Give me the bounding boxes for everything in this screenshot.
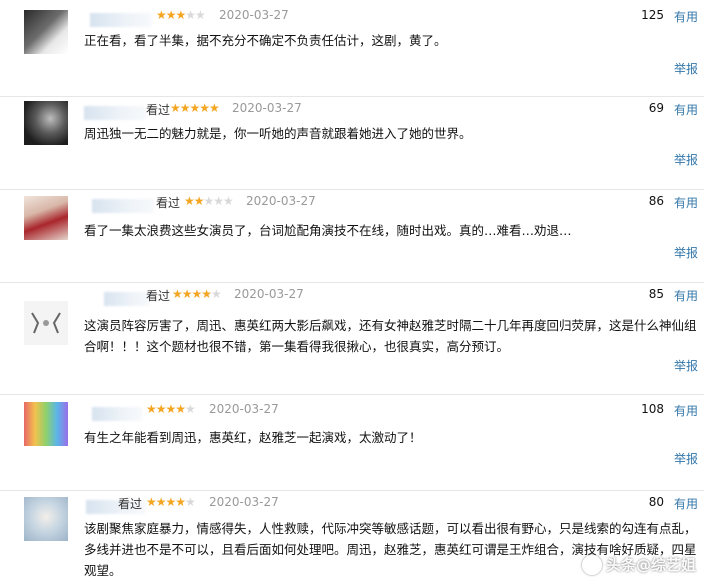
report-link[interactable]: 举报 (674, 357, 698, 374)
review-content: 这演员阵容厉害了，周迅、惠英红两大影后飙戏，还有女神赵雅芝时隔二十几年再度回归荧… (84, 318, 697, 354)
review-item: 看过 ★★★★★ 2020-03-27 85 有用 这演员阵容厉害了，周迅、惠英… (0, 283, 704, 395)
avatar[interactable] (24, 196, 68, 240)
username[interactable] (92, 407, 142, 421)
review-item: 看过 ★★★★★ 2020-03-27 69 有用 周迅独一无二的魅力就是，你一… (0, 97, 704, 190)
useful-button[interactable]: 有用 (674, 101, 698, 118)
review-item: 看过 ★★★★★ 2020-03-27 86 有用 看了一集太浪费这些女演员了，… (0, 190, 704, 283)
avatar[interactable] (24, 402, 68, 446)
review-content: 看了一集太浪费这些女演员了，台词尬配角演技不在线，随时出戏。真的…难看…劝退… (84, 223, 572, 238)
watch-status: 看过 (146, 103, 171, 117)
report-link[interactable]: 举报 (674, 60, 698, 77)
useful-count: 80 (648, 495, 664, 509)
report-link[interactable]: 举报 (674, 151, 698, 168)
watermark-logo-icon (581, 555, 602, 575)
rating-stars: ★★★★★ (184, 194, 234, 208)
watermark-text: 头条@综艺姐 (605, 555, 696, 574)
avatar[interactable] (24, 301, 68, 345)
review-date: 2020-03-27 (246, 194, 316, 208)
useful-button[interactable]: 有用 (674, 495, 698, 512)
rating-stars: ★★★★★ (146, 402, 196, 416)
username[interactable] (84, 106, 146, 120)
review-date: 2020-03-27 (219, 8, 289, 22)
review-item: ★★★★★ 2020-03-27 108 有用 有生之年能看到周迅，惠英红，赵雅… (0, 398, 704, 491)
useful-count: 69 (648, 101, 664, 115)
avatar-sketch-icon (31, 312, 61, 334)
report-link[interactable]: 举报 (674, 450, 698, 467)
useful-count: 108 (641, 402, 664, 416)
review-content: 有生之年能看到周迅，惠英红，赵雅芝一起演戏，太激动了！ (84, 430, 422, 445)
watch-status: 看过 (156, 196, 181, 210)
useful-count: 125 (641, 8, 664, 22)
watch-status: 看过 (118, 497, 143, 511)
review-date: 2020-03-27 (234, 287, 304, 301)
review-content: 周迅独一无二的魅力就是，你一听她的声音就跟着她进入了她的世界。 (84, 126, 472, 141)
review-item: ★★★★★ 2020-03-27 125 有用 正在看，看了半集，据不充分不确定… (0, 4, 704, 97)
watch-status: 看过 (146, 289, 171, 303)
rating-stars: ★★★★★ (172, 287, 222, 301)
username[interactable] (104, 292, 150, 306)
useful-count: 85 (648, 287, 664, 301)
useful-button[interactable]: 有用 (674, 194, 698, 211)
avatar[interactable] (24, 497, 68, 541)
rating-stars: ★★★★★ (170, 101, 220, 115)
report-link[interactable]: 举报 (674, 244, 698, 261)
watermark: 头条@综艺姐 (581, 554, 696, 575)
avatar[interactable] (24, 10, 68, 54)
rating-stars: ★★★★★ (156, 8, 206, 22)
review-date: 2020-03-27 (209, 495, 279, 509)
rating-stars: ★★★★★ (146, 495, 196, 509)
avatar[interactable] (24, 101, 68, 145)
useful-button[interactable]: 有用 (674, 8, 698, 25)
useful-count: 86 (648, 194, 664, 208)
useful-button[interactable]: 有用 (674, 287, 698, 304)
username[interactable] (92, 199, 154, 213)
review-content: 正在看，看了半集，据不充分不确定不负责任估计，这剧，黄了。 (84, 33, 447, 48)
useful-button[interactable]: 有用 (674, 402, 698, 419)
username[interactable] (90, 13, 152, 27)
review-date: 2020-03-27 (232, 101, 302, 115)
review-date: 2020-03-27 (209, 402, 279, 416)
